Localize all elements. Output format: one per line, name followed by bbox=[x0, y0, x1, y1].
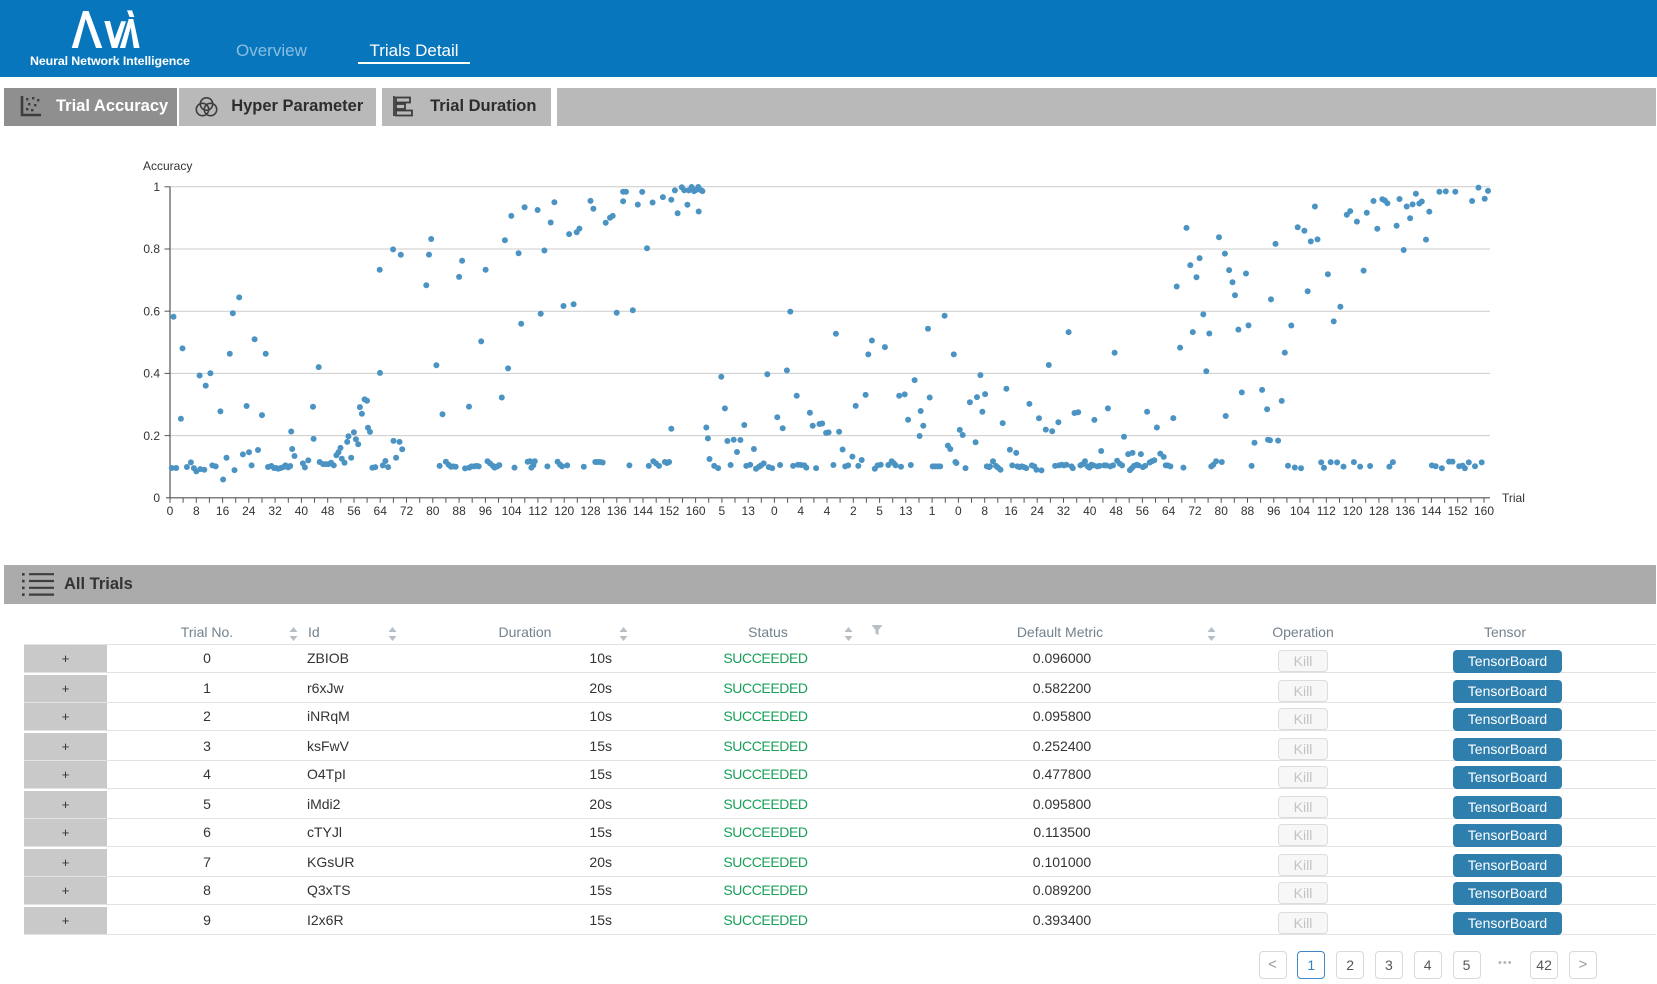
svg-text:136: 136 bbox=[1395, 504, 1415, 518]
svg-text:152: 152 bbox=[1448, 504, 1468, 518]
svg-text:160: 160 bbox=[686, 504, 706, 518]
svg-text:64: 64 bbox=[374, 504, 388, 518]
svg-text:72: 72 bbox=[400, 504, 414, 518]
svg-text:128: 128 bbox=[1369, 504, 1389, 518]
svg-text:0.6: 0.6 bbox=[143, 304, 160, 318]
svg-text:0.4: 0.4 bbox=[143, 367, 160, 381]
svg-text:32: 32 bbox=[268, 504, 282, 518]
svg-text:16: 16 bbox=[1004, 504, 1018, 518]
svg-text:160: 160 bbox=[1474, 504, 1494, 518]
svg-text:48: 48 bbox=[321, 504, 335, 518]
svg-text:112: 112 bbox=[1317, 504, 1336, 518]
svg-text:96: 96 bbox=[1267, 504, 1281, 518]
svg-text:4: 4 bbox=[797, 504, 804, 518]
svg-text:5: 5 bbox=[719, 504, 726, 518]
svg-text:48: 48 bbox=[1109, 504, 1123, 518]
svg-text:144: 144 bbox=[633, 504, 653, 518]
svg-text:16: 16 bbox=[216, 504, 230, 518]
svg-text:1: 1 bbox=[929, 504, 936, 518]
svg-text:56: 56 bbox=[347, 504, 361, 518]
svg-text:152: 152 bbox=[659, 504, 679, 518]
svg-text:40: 40 bbox=[295, 504, 309, 518]
svg-text:104: 104 bbox=[502, 504, 522, 518]
svg-text:80: 80 bbox=[1215, 504, 1229, 518]
svg-text:0.8: 0.8 bbox=[143, 242, 160, 256]
svg-text:96: 96 bbox=[479, 504, 493, 518]
svg-text:Accuracy: Accuracy bbox=[143, 159, 192, 173]
svg-text:32: 32 bbox=[1057, 504, 1071, 518]
svg-text:0.2: 0.2 bbox=[143, 429, 160, 443]
svg-text:88: 88 bbox=[452, 504, 466, 518]
svg-text:136: 136 bbox=[607, 504, 627, 518]
svg-text:13: 13 bbox=[742, 504, 756, 518]
svg-text:8: 8 bbox=[981, 504, 988, 518]
svg-text:120: 120 bbox=[1343, 504, 1363, 518]
svg-text:24: 24 bbox=[1031, 504, 1045, 518]
svg-text:128: 128 bbox=[580, 504, 600, 518]
svg-text:40: 40 bbox=[1083, 504, 1097, 518]
svg-text:88: 88 bbox=[1241, 504, 1255, 518]
svg-text:13: 13 bbox=[899, 504, 913, 518]
svg-text:1: 1 bbox=[153, 180, 160, 194]
svg-text:0: 0 bbox=[167, 504, 174, 518]
svg-text:112: 112 bbox=[528, 504, 547, 518]
svg-text:72: 72 bbox=[1188, 504, 1202, 518]
svg-text:120: 120 bbox=[554, 504, 574, 518]
svg-text:4: 4 bbox=[824, 504, 831, 518]
svg-text:104: 104 bbox=[1290, 504, 1310, 518]
svg-text:80: 80 bbox=[426, 504, 440, 518]
svg-text:2: 2 bbox=[850, 504, 857, 518]
svg-text:Trial: Trial bbox=[1502, 491, 1525, 505]
svg-text:8: 8 bbox=[193, 504, 200, 518]
svg-text:144: 144 bbox=[1421, 504, 1441, 518]
svg-text:0: 0 bbox=[771, 504, 778, 518]
svg-text:5: 5 bbox=[876, 504, 883, 518]
svg-text:24: 24 bbox=[242, 504, 256, 518]
svg-text:0: 0 bbox=[955, 504, 962, 518]
svg-text:56: 56 bbox=[1136, 504, 1150, 518]
svg-text:0: 0 bbox=[153, 491, 160, 505]
svg-text:64: 64 bbox=[1162, 504, 1176, 518]
